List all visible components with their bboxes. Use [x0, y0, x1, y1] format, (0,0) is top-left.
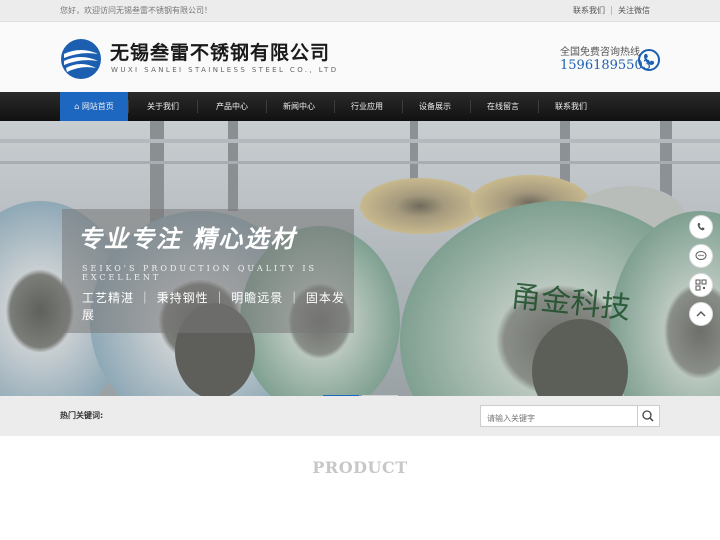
- main-nav: ⌂ 网站首页 关于我们 产品中心 新闻中心 行业应用 设备展示 在线留言 联系我…: [0, 92, 720, 121]
- brand-name[interactable]: 无锡叁雷不锈钢有限公司: [110, 38, 330, 65]
- slogan-panel: 专业专注 精心选材 SEIKO'S PRODUCTION QUALITY IS …: [62, 209, 354, 333]
- top-links: 联系我们 关注微信: [567, 5, 656, 16]
- slogan-subline: 工艺精湛 ｜ 秉持钢性 ｜ 明瞻远景 ｜ 固本发展: [82, 291, 345, 322]
- welcome-text: 您好，欢迎访问无锡叁雷不锈钢有限公司！: [60, 6, 212, 15]
- search-icon: [642, 410, 654, 422]
- nav-item-equipment[interactable]: 设备展示: [401, 92, 469, 121]
- nav-item-news[interactable]: 新闻中心: [265, 92, 333, 121]
- phone-icon: [638, 49, 660, 71]
- top-link-contact[interactable]: 联系我们: [567, 6, 611, 15]
- brand-name-en: WUXI SANLEI STAINLESS STEEL CO., LTD: [111, 66, 339, 74]
- search-button[interactable]: [638, 405, 660, 427]
- slogan-headline: 专业专注 精心选材: [78, 224, 297, 253]
- qrcode-icon[interactable]: [689, 273, 713, 297]
- chat-icon[interactable]: [689, 244, 713, 268]
- nav-item-products[interactable]: 产品中心: [198, 92, 266, 121]
- top-bar: 您好，欢迎访问无锡叁雷不锈钢有限公司！ 联系我们 关注微信: [0, 0, 720, 22]
- slider-pagination: [323, 383, 401, 396]
- search-input[interactable]: [481, 408, 631, 429]
- slogan-english: SEIKO'S PRODUCTION QUALITY IS EXCELLENT: [82, 264, 317, 282]
- top-link-wechat[interactable]: 关注微信: [612, 6, 656, 15]
- phone-icon[interactable]: [689, 215, 713, 239]
- section-title: PRODUCT: [312, 458, 408, 477]
- hero-banner[interactable]: 甬金科技 专业专注 精心选材 SEIKO'S PRODUCTION QUALIT…: [0, 121, 720, 396]
- hot-keywords-label: 热门关键词:: [60, 411, 104, 420]
- nav-item-about[interactable]: 关于我们: [129, 92, 197, 121]
- search-box: [480, 405, 638, 429]
- nav-item-message[interactable]: 在线留言: [469, 92, 537, 121]
- swirl-logo-icon[interactable]: [60, 38, 102, 80]
- site-header: 无锡叁雷不锈钢有限公司 WUXI SANLEI STAINLESS STEEL …: [0, 22, 720, 92]
- nav-item-contact[interactable]: 联系我们: [537, 92, 605, 121]
- home-icon: ⌂: [74, 102, 80, 111]
- search-strip: 热门关键词:: [0, 396, 720, 436]
- hotline-label: 全国免费咨询热线: [560, 47, 640, 58]
- nav-item-industry[interactable]: 行业应用: [333, 92, 401, 121]
- nav-label: 网站首页: [81, 102, 114, 111]
- back-to-top-icon[interactable]: [689, 302, 713, 326]
- nav-item-home[interactable]: ⌂ 网站首页: [60, 92, 128, 121]
